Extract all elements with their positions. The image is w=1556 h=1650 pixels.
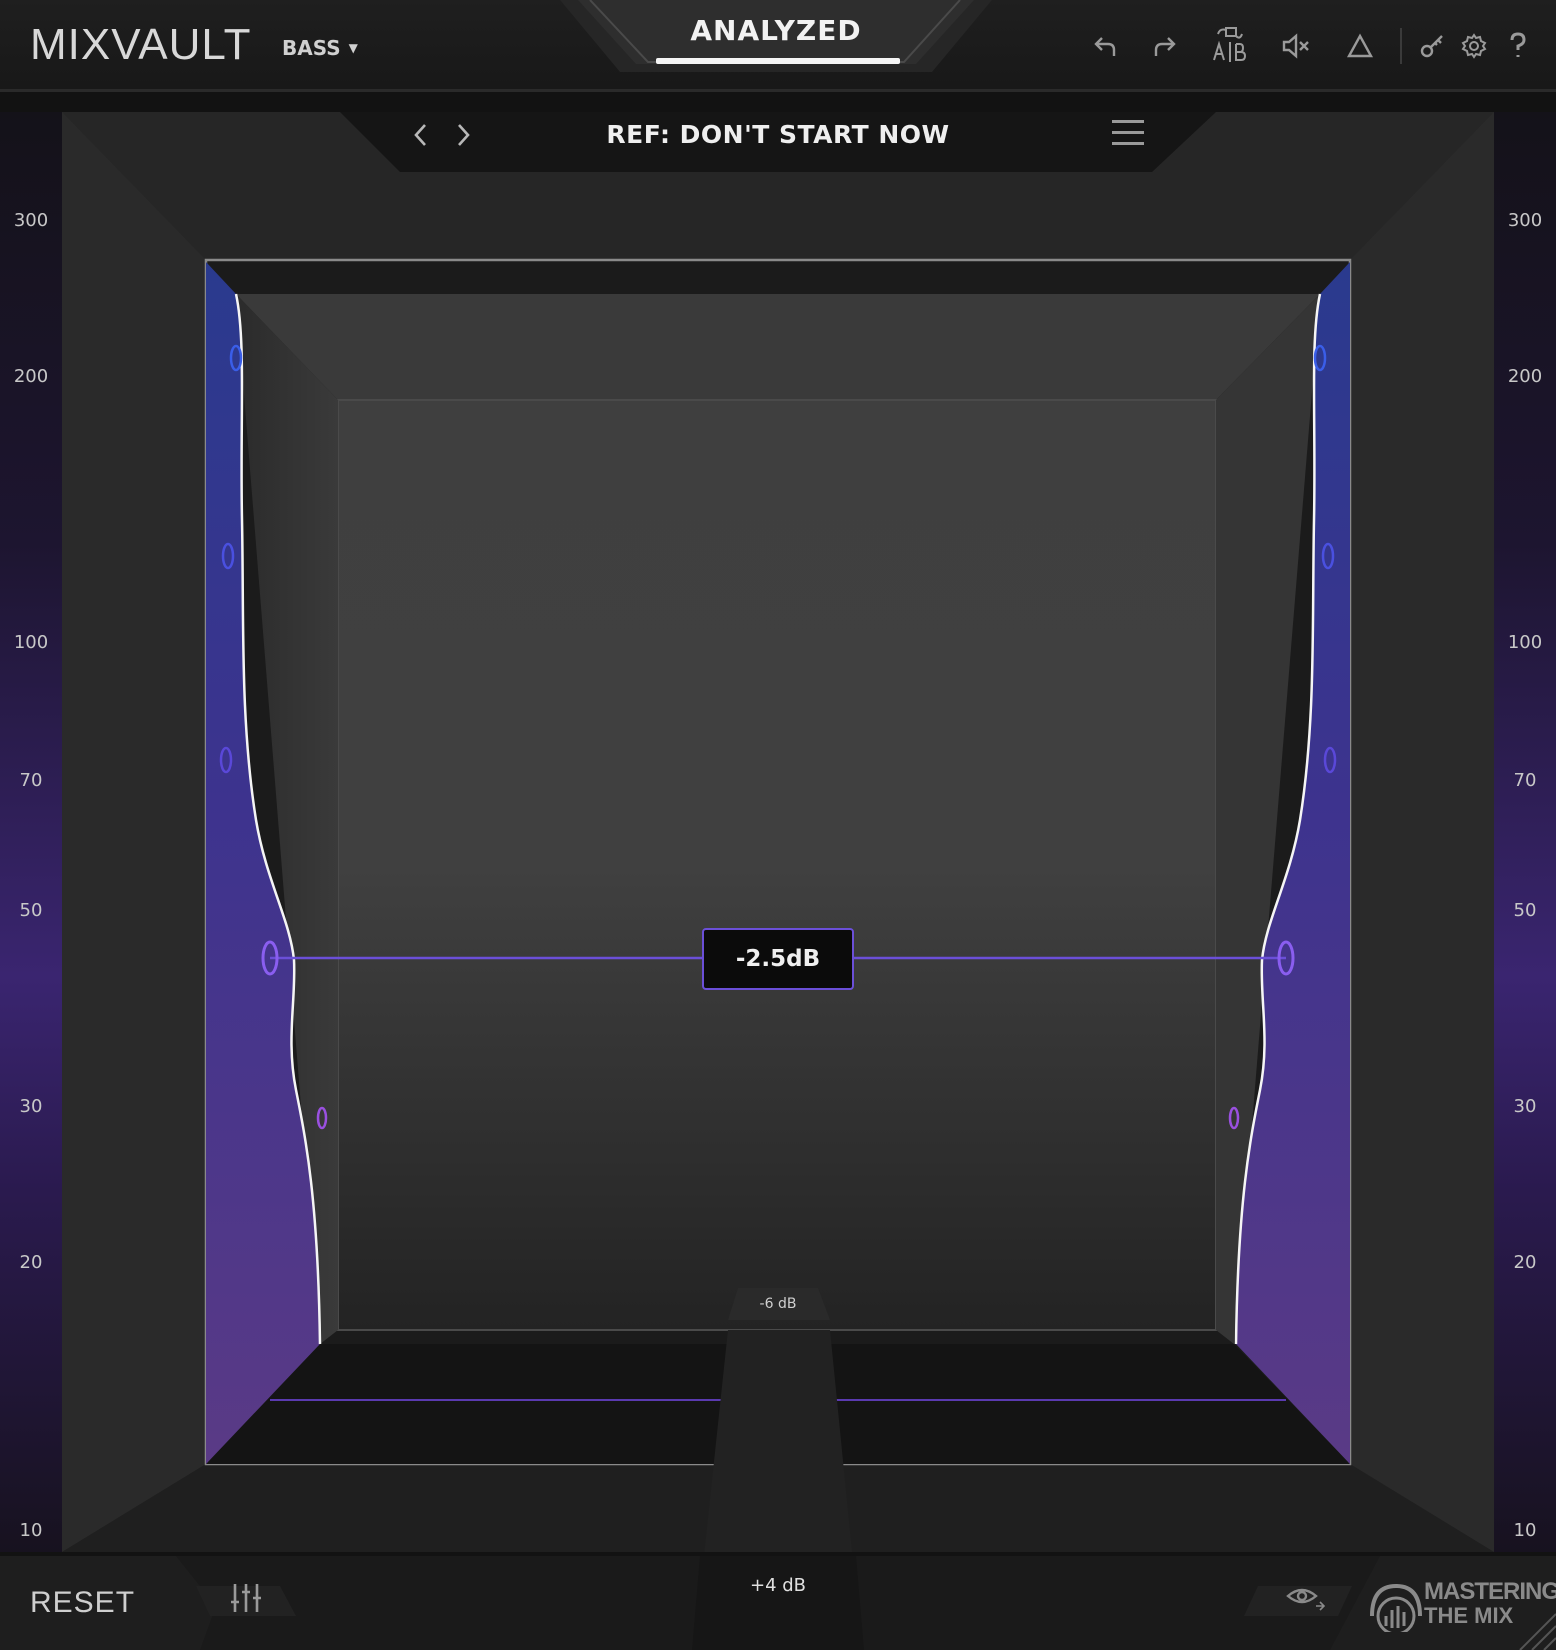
redo-button[interactable] (1146, 28, 1182, 64)
menu-icon-bar (1112, 131, 1144, 134)
ab-compare-button[interactable] (1208, 24, 1252, 64)
ruler-tick: 200 (1507, 366, 1543, 387)
help-button[interactable] (1500, 28, 1536, 64)
ruler-tick: 20 (1513, 1252, 1537, 1273)
brand-line1: MASTERING (1424, 1578, 1556, 1605)
reference-menu-button[interactable] (1110, 116, 1148, 150)
ruler-tick: 20 (19, 1252, 43, 1273)
visibility-toggle-button[interactable] (1284, 1580, 1326, 1616)
ruler-tick: 100 (13, 632, 49, 653)
settings-button[interactable] (1456, 28, 1492, 64)
ruler-tick: 300 (13, 210, 49, 231)
menu-icon (1112, 120, 1144, 123)
redo-icon (1154, 37, 1176, 56)
room-graphic (62, 112, 1494, 1552)
reference-title: REF: DON'T START NOW (606, 120, 950, 149)
preset-label: BASS (282, 36, 341, 60)
mode-tab-underline (656, 58, 900, 64)
ruler-tick: 30 (1513, 1096, 1537, 1117)
toolbar-divider (1400, 28, 1402, 64)
key-icon (1420, 35, 1443, 58)
reset-button[interactable]: RESET (30, 1586, 135, 1620)
ruler-tick: 50 (1513, 900, 1537, 921)
undo-button[interactable] (1088, 28, 1124, 64)
help-icon (1510, 32, 1526, 57)
ruler-tick: 300 (1507, 210, 1543, 231)
ruler-tick: 100 (1507, 632, 1543, 653)
key-button[interactable] (1414, 28, 1450, 64)
gear-icon (1461, 33, 1487, 59)
ruler-tick: 50 (19, 900, 43, 921)
sliders-icon (231, 1584, 261, 1612)
ruler-tick: 70 (19, 770, 43, 791)
menu-icon-bar (1112, 142, 1144, 145)
eye-icon (1286, 1588, 1326, 1611)
floor-level-label: -6 dB (759, 1296, 797, 1312)
delta-icon (1346, 33, 1374, 58)
preset-dropdown[interactable]: BASS ▼ (282, 36, 358, 60)
mute-icon (1282, 33, 1309, 59)
settings-sliders-button[interactable] (228, 1580, 264, 1616)
ruler-tick: 200 (13, 366, 49, 387)
undo-icon (1094, 37, 1116, 56)
room-visualizer (62, 112, 1494, 1552)
ruler-tick: 10 (1513, 1520, 1537, 1541)
ruler-tick: 30 (19, 1096, 43, 1117)
delta-button[interactable] (1342, 28, 1378, 64)
caret-down-icon: ▼ (348, 41, 358, 55)
mute-button[interactable] (1278, 28, 1314, 64)
frequency-ruler-left: 300 200 100 70 50 30 20 10 (0, 112, 62, 1552)
ab-compare-icon (1213, 27, 1247, 62)
ruler-tick: 10 (19, 1520, 43, 1541)
ruler-tick: 70 (1513, 770, 1537, 791)
mode-tab[interactable]: ANALYZED (560, 0, 992, 72)
selected-gain-value[interactable]: -2.5dB (702, 928, 854, 990)
frequency-ruler-right: 300 200 100 70 50 30 20 10 (1494, 112, 1556, 1552)
mode-tab-label: ANALYZED (690, 14, 862, 47)
brand-line2: THE MIX (1424, 1603, 1514, 1628)
app-logo: MIXVAULT (30, 20, 252, 69)
bottom-level-control[interactable]: +4 dB (718, 1566, 838, 1606)
top-bar: MIXVAULT BASS ▼ ANALYZED (0, 0, 1556, 92)
